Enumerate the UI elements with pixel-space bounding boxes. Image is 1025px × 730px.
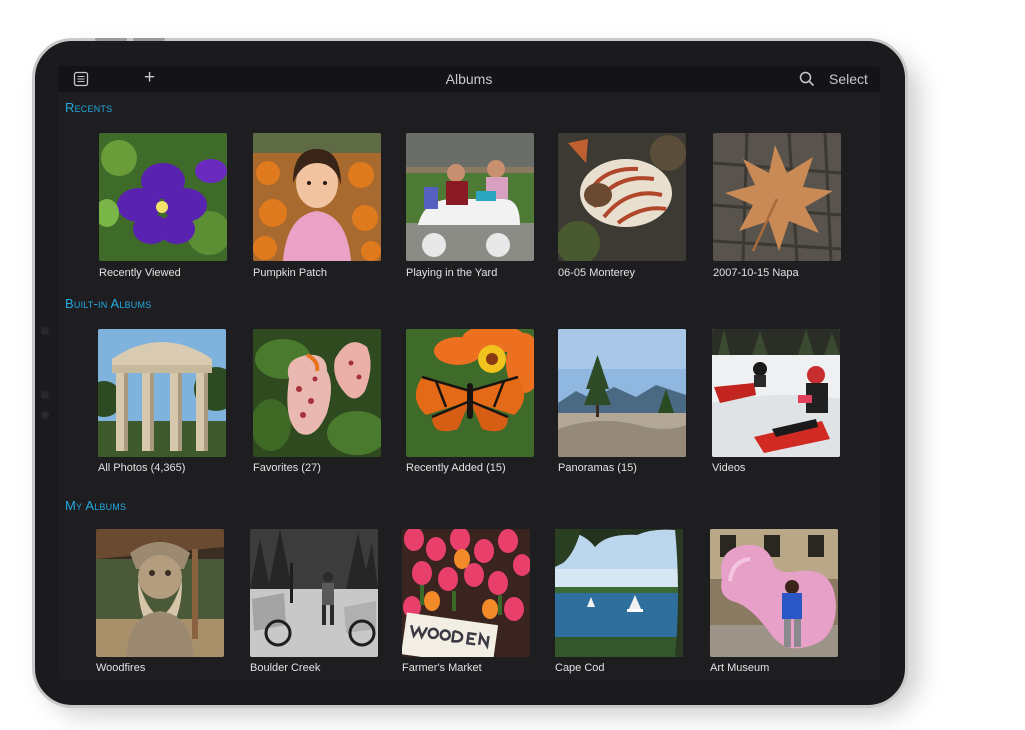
section-header-built-in-albums: Built-in Albums xyxy=(65,296,152,311)
side-dot xyxy=(41,411,49,419)
album-thumbnail-06-05-monterey[interactable] xyxy=(558,133,686,261)
section-header-my-albums: My Albums xyxy=(65,498,127,513)
album-caption: Recently Added (15) xyxy=(406,462,506,474)
album-caption: Farmer's Market xyxy=(402,662,482,674)
page-title: Albums xyxy=(445,71,493,87)
album-caption: Videos xyxy=(712,462,746,474)
side-dot xyxy=(41,327,49,335)
album-thumbnail-playing-in-the-yard[interactable] xyxy=(406,133,534,261)
album-caption: Panoramas (15) xyxy=(558,462,637,474)
album-caption: Pumpkin Patch xyxy=(253,267,327,279)
album-thumbnail-woodfires[interactable] xyxy=(96,529,224,657)
album-thumbnail-panoramas[interactable] xyxy=(558,329,686,457)
album-caption: 2007-10-15 Napa xyxy=(713,267,799,279)
album-caption: All Photos (4,365) xyxy=(98,462,186,474)
volume-button xyxy=(95,38,127,41)
album-caption: Boulder Creek xyxy=(250,662,321,674)
album-caption: 06-05 Monterey xyxy=(558,267,636,279)
navigation-bar: + Albums Select xyxy=(58,66,880,92)
album-caption: Playing in the Yard xyxy=(406,267,498,279)
album-thumbnail-videos[interactable] xyxy=(712,329,840,457)
side-dot xyxy=(41,391,49,399)
album-thumbnail-2007-10-15-napa[interactable] xyxy=(713,133,841,261)
album-thumbnail-pumpkin-patch[interactable] xyxy=(253,133,381,261)
album-thumbnail-boulder-creek[interactable] xyxy=(250,529,378,657)
album-caption: Recently Viewed xyxy=(99,267,181,279)
album-caption: Woodfires xyxy=(96,662,146,674)
album-thumbnail-art-museum[interactable] xyxy=(710,529,838,657)
album-thumbnail-all-photos[interactable] xyxy=(98,329,226,457)
album-thumbnail-recently-added[interactable] xyxy=(406,329,534,457)
select-button[interactable]: Select xyxy=(829,71,868,87)
volume-button xyxy=(133,38,165,41)
photos-screen: + Albums Select Recents Built-in Albums … xyxy=(58,66,880,680)
search-icon[interactable] xyxy=(798,70,816,88)
album-thumbnail-favorites[interactable] xyxy=(253,329,381,457)
album-caption: Cape Cod xyxy=(555,662,605,674)
album-caption: Favorites (27) xyxy=(253,462,321,474)
section-header-recents: Recents xyxy=(65,100,113,115)
album-thumbnail-cape-cod[interactable] xyxy=(555,529,683,657)
album-thumbnail-recently-viewed[interactable] xyxy=(99,133,227,261)
album-caption: Art Museum xyxy=(710,662,770,674)
album-thumbnail-farmers-market[interactable] xyxy=(402,529,530,657)
